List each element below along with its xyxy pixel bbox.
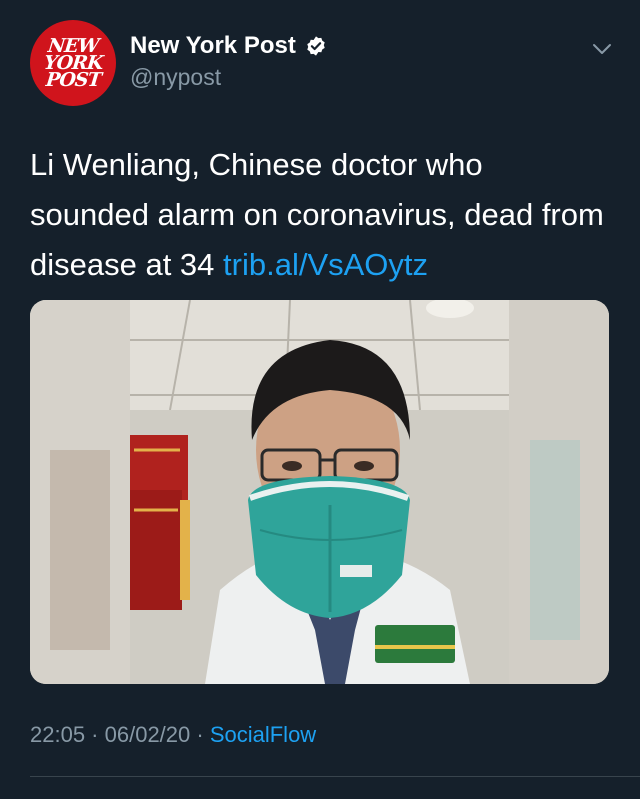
author-display-name[interactable]: New York Post [130, 32, 296, 60]
verified-badge-icon [307, 36, 325, 56]
author-handle[interactable]: @nypost [130, 64, 221, 91]
tweet-source-link[interactable]: SocialFlow [210, 722, 316, 747]
tweet-link[interactable]: trib.al/VsAOytz [223, 247, 428, 282]
photo-man-wearing-mask [30, 300, 609, 684]
tweet-time[interactable]: 22:05 [30, 722, 85, 747]
divider [30, 776, 640, 777]
tweet-meta: 22:05 · 06/02/20 · SocialFlow [30, 722, 316, 748]
tweet-date[interactable]: 06/02/20 [105, 722, 191, 747]
tweet-text: Li Wenliang, Chinese doctor who sounded … [30, 140, 610, 290]
avatar[interactable]: NEW YORK POST [30, 20, 116, 106]
meta-separator: · [85, 722, 105, 747]
tweet-card: NEW YORK POST New York Post @nypost Li W… [0, 0, 640, 799]
meta-separator: · [190, 722, 210, 747]
avatar-logo-line-3: POST [44, 68, 102, 91]
chevron-down-icon[interactable] [592, 42, 612, 56]
tweet-photo[interactable] [30, 300, 609, 684]
